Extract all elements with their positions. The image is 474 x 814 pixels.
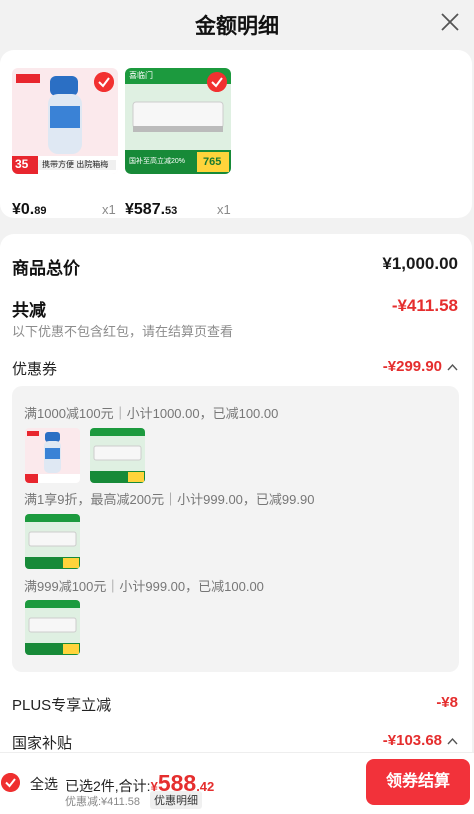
- product-price: ¥0.89: [12, 201, 47, 218]
- subsidy-label: 国家补贴: [12, 735, 73, 752]
- coupon-product-thumb: [25, 600, 80, 655]
- coupon-product-thumb: [25, 428, 80, 483]
- page-title: 金额明细: [195, 15, 279, 38]
- close-icon[interactable]: [438, 10, 462, 34]
- discount-detail-link[interactable]: 优惠明细: [150, 791, 202, 809]
- chevron-up-icon[interactable]: [447, 363, 458, 371]
- total-value: ¥1,000.00: [382, 254, 458, 273]
- discount-value: -¥411.58: [391, 296, 458, 315]
- product-item[interactable]: 喜临门 765 国补至高立减20% ¥587.53 x1: [125, 68, 231, 218]
- coupon-product-thumb: [25, 514, 80, 569]
- product-price: ¥587.53: [125, 201, 178, 218]
- checkmark-icon[interactable]: [207, 72, 227, 92]
- plus-label: PLUS专享立减: [12, 697, 112, 714]
- product-caption: 携带方便 出院箱梅: [42, 160, 109, 169]
- product-thumbnail[interactable]: 喜临门 765 国补至高立减20%: [125, 68, 231, 174]
- coupon-product-thumb: [90, 428, 145, 483]
- chevron-up-icon[interactable]: [447, 737, 458, 745]
- product-image-mattress: [25, 600, 80, 655]
- product-quantity: x1: [217, 202, 231, 217]
- brand-label: 喜临门: [129, 71, 153, 80]
- product-caption: 国补至高立减20%: [129, 158, 186, 165]
- coupon-label: 优惠券: [12, 361, 58, 378]
- promo-badge: 765: [203, 156, 222, 168]
- discount-label: 共减: [12, 301, 46, 320]
- checkout-button[interactable]: 领券结算: [366, 759, 470, 805]
- total-label: 商品总价: [12, 259, 80, 278]
- coupon-value: -¥299.90: [382, 358, 442, 375]
- product-image-bottle: [25, 428, 80, 483]
- saved-amount: 优惠减:¥411.58: [65, 796, 141, 808]
- product-list: 35 携带方便 出院箱梅 ¥0.89 x1 喜临门 765 国补至高立减20%: [0, 50, 472, 218]
- price-details: 商品总价 ¥1,000.00 共减 -¥411.58 以下优惠不包含红包，请在结…: [0, 234, 472, 814]
- plus-value: -¥8: [436, 694, 458, 711]
- promo-badge: 35: [15, 157, 29, 171]
- product-image-mattress: [90, 428, 145, 483]
- checkout-bar: 全选 已选2件,合计:¥588.42 优惠减:¥411.58 优惠明细 领券结算: [0, 752, 474, 814]
- product-image-mattress: [25, 514, 80, 569]
- product-item[interactable]: 35 携带方便 出院箱梅 ¥0.89 x1: [12, 68, 118, 218]
- discount-note: 以下优惠不包含红包，请在结算页查看: [12, 324, 234, 339]
- subsidy-value: -¥103.68: [382, 732, 442, 749]
- coupon-line: 满999减100元｜小计999.00，已减100.00: [24, 579, 264, 594]
- coupon-line: 满1000减100元｜小计1000.00，已减100.00: [24, 406, 279, 421]
- header: 金额明细: [0, 0, 474, 48]
- select-all-checkbox[interactable]: [1, 773, 20, 792]
- coupon-line: 满1享9折，最高减200元｜小计999.00，已减99.90: [24, 492, 315, 507]
- checkmark-icon[interactable]: [94, 72, 114, 92]
- coupon-breakdown: 满1000减100元｜小计1000.00，已减100.00 满1享9折，最高减2…: [12, 386, 459, 672]
- product-quantity: x1: [102, 202, 116, 217]
- select-all-label[interactable]: 全选: [30, 774, 58, 794]
- product-thumbnail[interactable]: 35 携带方便 出院箱梅: [12, 68, 118, 174]
